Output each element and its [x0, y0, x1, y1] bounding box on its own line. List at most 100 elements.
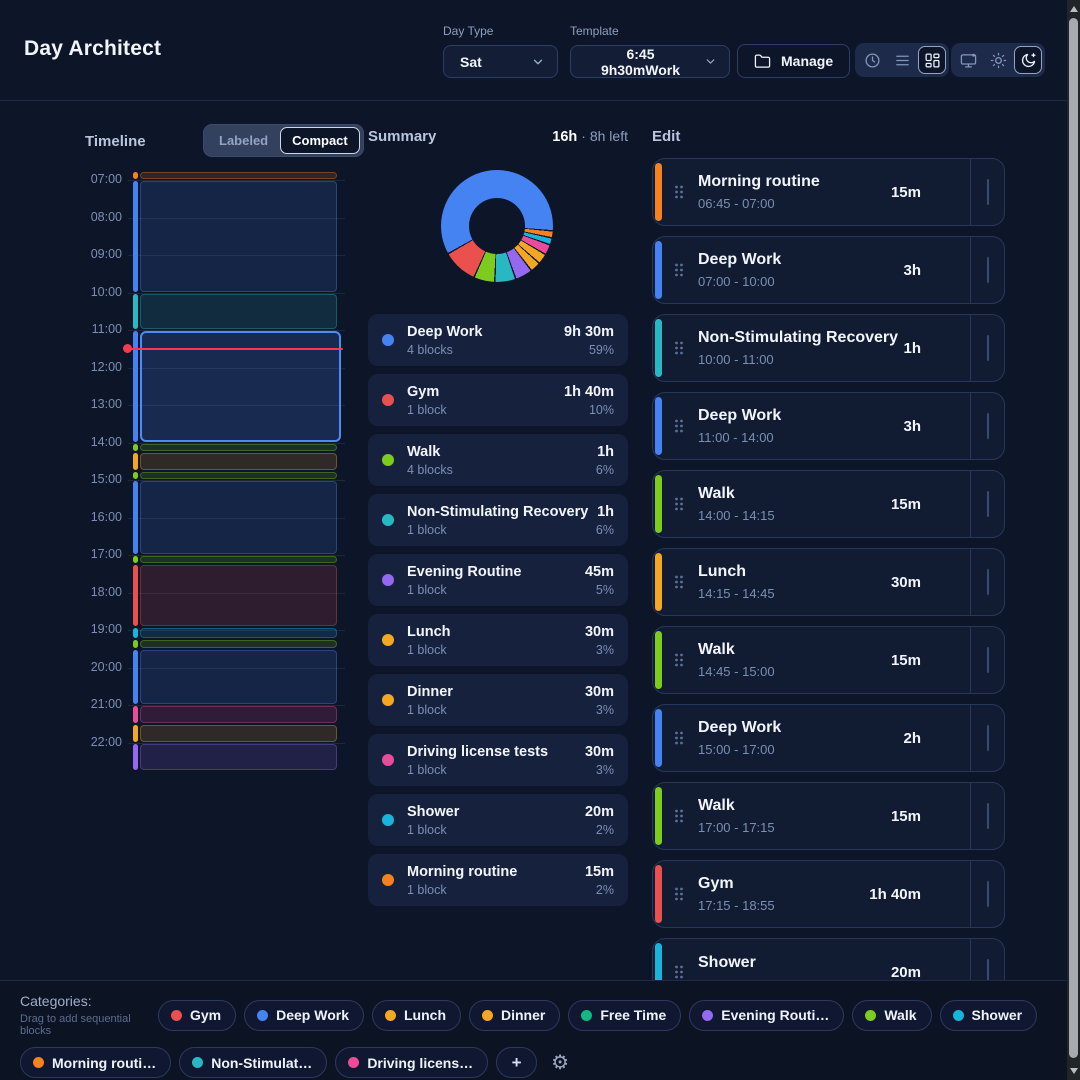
card-resize-handle[interactable] [970, 627, 1004, 693]
legend-duration: 20m [585, 804, 614, 820]
legend-color-dot [382, 754, 394, 766]
category-color-dot [257, 1010, 268, 1021]
legend-item-non-stimulating-recovery: Non-Stimulating Recovery 1 block 1h 6% [368, 494, 628, 546]
card-resize-handle[interactable] [970, 393, 1004, 459]
edit-card-walk[interactable]: Walk 14:00 - 14:15 15m [652, 470, 1005, 538]
drag-handle-icon[interactable] [674, 574, 684, 590]
drag-handle-icon[interactable] [674, 262, 684, 278]
timeline-block-morning-routine[interactable] [133, 172, 337, 179]
scrollbar-thumb[interactable] [1069, 18, 1078, 1058]
category-label: Shower [972, 1007, 1023, 1023]
hour-label: 18:00 [84, 585, 122, 599]
card-resize-handle[interactable] [970, 315, 1004, 381]
card-color-bar [655, 709, 662, 767]
drag-handle-icon[interactable] [674, 808, 684, 824]
card-duration: 2h [903, 730, 921, 747]
timeline-block-deep-work[interactable] [133, 650, 337, 704]
card-time: 14:15 - 14:45 [698, 586, 775, 601]
category-pill-gym[interactable]: Gym [158, 1000, 236, 1031]
timeline-block-deep-work[interactable] [133, 481, 337, 554]
hour-label: 11:00 [84, 322, 122, 336]
timeline-block-lunch[interactable] [133, 453, 337, 470]
card-time: 17:00 - 17:15 [698, 820, 775, 835]
card-resize-handle[interactable] [970, 549, 1004, 615]
timeline-block-walk[interactable] [133, 444, 337, 451]
timeline-block-evening-routine[interactable] [133, 744, 337, 770]
drag-handle-icon[interactable] [674, 730, 684, 746]
category-pill-driving-licens[interactable]: Driving licens… [335, 1047, 488, 1078]
day-type-select[interactable]: Sat [443, 45, 558, 78]
legend-duration: 1h 40m [564, 384, 614, 400]
timeline-block-dinner[interactable] [133, 725, 337, 742]
drag-handle-icon[interactable] [674, 652, 684, 668]
edit-card-lunch[interactable]: Lunch 14:15 - 14:45 30m [652, 548, 1005, 616]
list-icon[interactable] [888, 46, 916, 74]
category-pill-lunch[interactable]: Lunch [372, 1000, 461, 1031]
toggle-compact[interactable]: Compact [280, 127, 360, 154]
card-resize-handle[interactable] [970, 159, 1004, 225]
drag-handle-icon[interactable] [674, 964, 684, 980]
summary-remaining: · 8h left [581, 128, 628, 144]
categories-bar: Categories: Drag to add sequential block… [0, 980, 1080, 1080]
category-pill-walk[interactable]: Walk [852, 1000, 931, 1031]
category-pill-dinner[interactable]: Dinner [469, 1000, 560, 1031]
toggle-labeled[interactable]: Labeled [207, 127, 280, 154]
timeline-block-non-stimulating-recovery[interactable] [133, 294, 337, 330]
edit-card-walk[interactable]: Walk 14:45 - 15:00 15m [652, 626, 1005, 694]
drag-handle-icon[interactable] [674, 418, 684, 434]
hour-label: 13:00 [84, 397, 122, 411]
drag-handle-icon[interactable] [674, 184, 684, 200]
timeline-block-shower[interactable] [133, 628, 337, 639]
scroll-down-arrow[interactable] [1070, 1068, 1078, 1074]
drag-handle-icon[interactable] [674, 496, 684, 512]
edit-card-non-stimulating-recovery[interactable]: Non-Stimulating Recovery 10:00 - 11:00 1… [652, 314, 1005, 382]
edit-card-gym[interactable]: Gym 17:15 - 18:55 1h 40m [652, 860, 1005, 928]
category-pill-free-time[interactable]: Free Time [568, 1000, 681, 1031]
resize-line [987, 257, 989, 283]
categories-label: Categories: [20, 993, 150, 1009]
edit-card-deep-work[interactable]: Deep Work 07:00 - 10:00 3h [652, 236, 1005, 304]
timeline-block-deep-work[interactable] [133, 181, 337, 292]
edit-card-morning-routine[interactable]: Morning routine 06:45 - 07:00 15m [652, 158, 1005, 226]
clock-icon[interactable] [858, 46, 886, 74]
drag-handle-icon[interactable] [674, 886, 684, 902]
add-category-button[interactable]: + [496, 1047, 537, 1078]
category-pill-morning-routi[interactable]: Morning routi… [20, 1047, 171, 1078]
moon-icon[interactable] [1014, 46, 1042, 74]
card-resize-handle[interactable] [970, 783, 1004, 849]
template-select[interactable]: 6:45 9h30mWork [570, 45, 730, 78]
card-title: Walk [698, 641, 775, 659]
card-resize-handle[interactable] [970, 861, 1004, 927]
legend-blocks: 1 block [407, 823, 572, 837]
card-resize-handle[interactable] [970, 237, 1004, 303]
timeline-block-driving-license-tests[interactable] [133, 706, 337, 723]
manage-button[interactable]: Manage [737, 44, 850, 78]
sun-icon[interactable] [984, 46, 1012, 74]
edit-card-deep-work[interactable]: Deep Work 15:00 - 17:00 2h [652, 704, 1005, 772]
card-time: 14:45 - 15:00 [698, 664, 775, 679]
edit-card-walk[interactable]: Walk 17:00 - 17:15 15m [652, 782, 1005, 850]
legend-blocks: 1 block [407, 583, 572, 597]
drag-handle-icon[interactable] [674, 340, 684, 356]
card-duration: 15m [891, 496, 921, 513]
edit-card-deep-work[interactable]: Deep Work 11:00 - 14:00 3h [652, 392, 1005, 460]
day-type-value: Sat [460, 54, 482, 70]
timeline-block-gym[interactable] [133, 565, 337, 626]
card-duration: 15m [891, 808, 921, 825]
monitor-icon[interactable] [954, 46, 982, 74]
card-resize-handle[interactable] [970, 471, 1004, 537]
category-pill-deep-work[interactable]: Deep Work [244, 1000, 364, 1031]
timeline-block-walk[interactable] [133, 556, 337, 563]
scroll-up-arrow[interactable] [1070, 6, 1078, 12]
card-resize-handle[interactable] [970, 705, 1004, 771]
category-pill-non-stimulat[interactable]: Non-Stimulat… [179, 1047, 327, 1078]
timeline-block-walk[interactable] [133, 640, 337, 647]
day-type-control: Day Type Sat [443, 24, 558, 78]
gear-icon[interactable]: ⚙ [545, 1047, 575, 1078]
timeline-block-walk[interactable] [133, 472, 337, 479]
layout-dashboard-icon[interactable] [918, 46, 946, 74]
category-pill-shower[interactable]: Shower [940, 1000, 1038, 1031]
scrollbar[interactable] [1067, 0, 1080, 1080]
category-label: Dinner [501, 1007, 545, 1023]
category-pill-evening-routi[interactable]: Evening Routi… [689, 1000, 844, 1031]
